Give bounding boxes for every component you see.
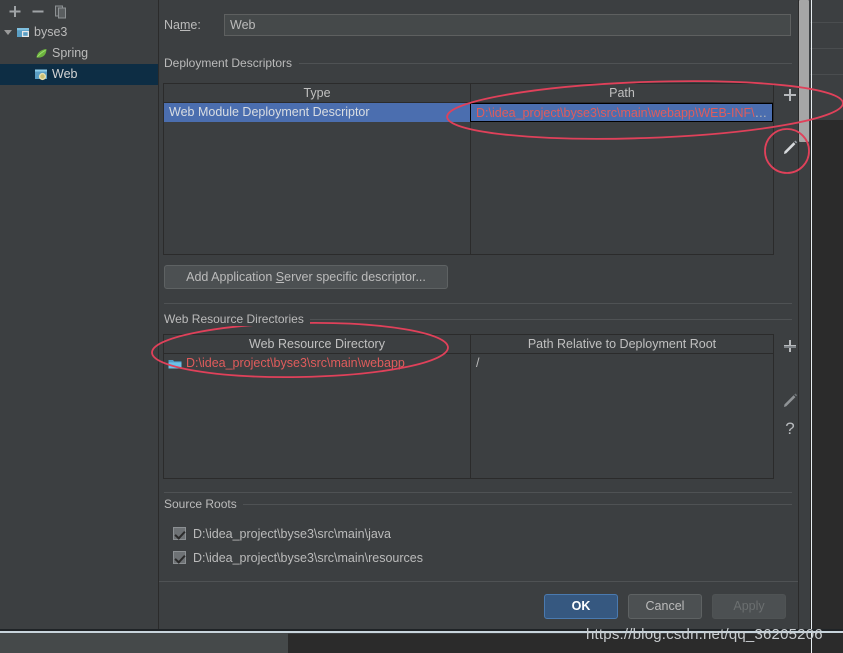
group-divider	[304, 319, 792, 320]
footer-divider	[159, 581, 799, 582]
cell-relative-path[interactable]: /	[471, 354, 778, 373]
group-divider	[237, 504, 792, 505]
table-header: Web Resource Directory Path Relative to …	[164, 335, 773, 354]
window-edge-line	[811, 0, 812, 653]
cell-descriptor-type[interactable]: Web Module Deployment Descriptor	[164, 103, 475, 122]
copy-icon	[55, 5, 66, 19]
source-root-label: D:\idea_project\byse3\src\main\resources	[193, 551, 423, 565]
facets-toolbar	[0, 0, 158, 22]
section-divider	[164, 492, 792, 493]
plus-icon	[9, 6, 21, 17]
tree-item-label: Web	[52, 67, 78, 81]
descriptor-path-text: D:\idea_project\byse3\src\main\webapp\WE…	[476, 106, 773, 120]
module-icon	[16, 25, 31, 40]
tree-item-label: Spring	[52, 46, 89, 60]
folder-icon	[168, 357, 182, 369]
minus-icon	[32, 10, 44, 13]
apply-button: Apply	[712, 594, 786, 619]
cancel-button[interactable]: Cancel	[628, 594, 702, 619]
ok-button[interactable]: OK	[544, 594, 618, 619]
project-structure-dialog: byse3 Spring Web Name: Web Deployment De…	[0, 0, 810, 630]
facets-sidebar: byse3 Spring Web	[0, 0, 159, 630]
add-facet-button[interactable]	[6, 3, 24, 20]
source-root-checkbox[interactable]	[173, 527, 186, 540]
tree-item-label: byse3	[34, 25, 68, 39]
web-facet-settings-panel: Name: Deployment Descriptors Type Path W…	[159, 0, 799, 630]
column-separator	[470, 354, 471, 479]
name-input[interactable]	[224, 14, 791, 36]
tree-item-spring[interactable]: Spring	[0, 43, 158, 64]
remove-facet-button[interactable]	[29, 3, 47, 20]
section-divider	[164, 303, 792, 304]
web-facet-icon	[34, 67, 49, 82]
web-resource-directories-table[interactable]: Web Resource Directory Path Relative to …	[163, 334, 774, 479]
group-divider	[299, 63, 792, 64]
cell-web-resource-directory[interactable]: D:\idea_project\byse3\src\main\webapp	[164, 354, 492, 373]
table-row[interactable]: Web Module Deployment Descriptor D:\idea…	[164, 103, 773, 122]
column-separator	[470, 122, 471, 255]
copy-facet-button[interactable]	[52, 3, 70, 20]
source-root-checkbox[interactable]	[173, 551, 186, 564]
chevron-down-icon[interactable]	[4, 30, 12, 35]
name-label: Name:	[164, 18, 201, 32]
table-header: Type Path	[164, 84, 773, 103]
cell-descriptor-path[interactable]: D:\idea_project\byse3\src\main\webapp\WE…	[470, 103, 773, 122]
watermark: https://blog.csdn.net/qq_36205206	[586, 626, 823, 643]
source-root-label: D:\idea_project\byse3\src\main\java	[193, 527, 392, 541]
status-bar-left	[0, 633, 288, 653]
column-header-type[interactable]: Type	[164, 84, 471, 102]
deployment-descriptors-title: Deployment Descriptors	[164, 56, 299, 70]
add-app-server-descriptor-button[interactable]: Add Application Server specific descript…	[164, 265, 448, 289]
tree-item-byse3[interactable]: byse3	[0, 22, 158, 43]
bg-line	[810, 74, 843, 75]
name-row: Name:	[164, 14, 792, 38]
table-row[interactable]: D:\idea_project\byse3\src\main\webapp /	[164, 354, 773, 373]
tree-item-web[interactable]: Web	[0, 64, 158, 85]
desktop-background-dark	[810, 120, 843, 634]
facets-tree[interactable]: byse3 Spring Web	[0, 22, 158, 85]
dialog-scrollbar-thumb[interactable]	[799, 0, 809, 142]
deployment-descriptors-table[interactable]: Type Path Web Module Deployment Descript…	[163, 83, 774, 255]
column-header-web-resource-directory[interactable]: Web Resource Directory	[164, 335, 471, 353]
source-root-item[interactable]: D:\idea_project\byse3\src\main\java	[173, 524, 773, 544]
svg-text:?: ?	[785, 419, 794, 438]
column-header-relative-path[interactable]: Path Relative to Deployment Root	[471, 335, 773, 353]
web-resource-directory-text: D:\idea_project\byse3\src\main\webapp	[186, 356, 405, 370]
web-resource-directories-title: Web Resource Directories	[164, 312, 310, 326]
bg-line	[810, 22, 843, 23]
spring-leaf-icon	[34, 46, 49, 61]
source-roots-title: Source Roots	[164, 497, 243, 511]
column-header-path[interactable]: Path	[471, 84, 773, 102]
bg-line	[810, 48, 843, 49]
source-root-item[interactable]: D:\idea_project\byse3\src\main\resources	[173, 548, 773, 568]
